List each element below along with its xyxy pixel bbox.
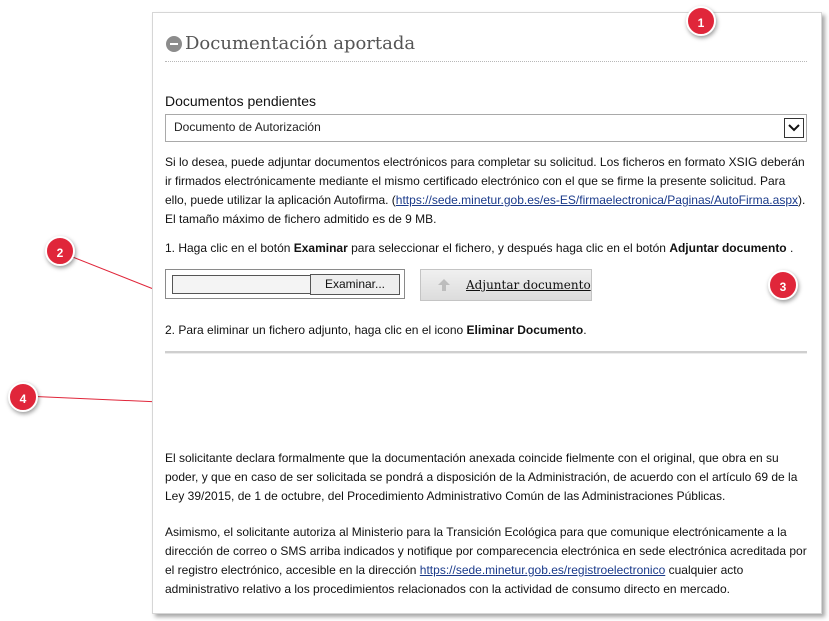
section-header[interactable]: Documentación aportada [165, 31, 807, 62]
step1-bold-adjuntar: Adjuntar documento [669, 241, 787, 255]
separator [165, 351, 807, 354]
step1-middle: para seleccionar el fichero, y después h… [347, 241, 670, 255]
panel-content: Documentación aportada Documentos pendie… [165, 13, 807, 613]
collapse-icon[interactable] [166, 36, 182, 52]
callout-1: 1 [686, 6, 716, 36]
chevron-down-icon[interactable] [784, 118, 804, 138]
intro-paragraph: Si lo desea, puede adjuntar documentos e… [165, 153, 807, 229]
selected-document: Documento de Autorización [174, 120, 321, 134]
section-title: Documentación aportada [185, 33, 416, 54]
step1-suffix: . [786, 241, 794, 255]
attach-document-label: Adjuntar documento [466, 278, 591, 292]
step2-prefix: 2. Para eliminar un fichero adjunto, hag… [165, 323, 467, 337]
browse-button[interactable]: Examinar... [310, 274, 400, 295]
registro-link[interactable]: https://sede.minetur.gob.es/registroelec… [420, 563, 665, 577]
upload-arrow-icon [437, 278, 451, 297]
declaration-paragraph: El solicitante declara formalmente que l… [165, 451, 798, 503]
authorization-paragraph: Asimismo, el solicitante autoriza al Min… [165, 523, 807, 599]
attach-document-button[interactable]: Adjuntar documento [420, 269, 592, 301]
callout-4: 4 [8, 382, 38, 412]
callout-2: 2 [45, 236, 75, 266]
callout-2-line [59, 251, 167, 295]
step1-instruction: 1. Haga clic en el botón Examinar para s… [165, 239, 807, 258]
callout-4-line [23, 395, 161, 403]
max-size-text: El tamaño máximo de fichero admitido es … [165, 212, 437, 226]
documentation-panel: Documentación aportada Documentos pendie… [152, 12, 822, 614]
pending-documents-label: Documentos pendientes [165, 93, 316, 109]
intro-after-link: ). [798, 193, 806, 207]
file-upload-box: Examinar... [165, 269, 405, 299]
step1-bold-examinar: Examinar [293, 241, 348, 255]
autofirma-link[interactable]: https://sede.minetur.gob.es/es-ES/firmae… [396, 193, 798, 207]
step2-bold: Eliminar Documento [466, 323, 584, 337]
step1-prefix: 1. Haga clic en el botón [165, 241, 294, 255]
step2-instruction: 2. Para eliminar un fichero adjunto, hag… [165, 321, 807, 340]
file-path-input[interactable] [172, 275, 311, 294]
step2-suffix: . [583, 323, 587, 337]
pending-documents-select[interactable]: Documento de Autorización [165, 114, 807, 142]
callout-3: 3 [768, 270, 798, 300]
